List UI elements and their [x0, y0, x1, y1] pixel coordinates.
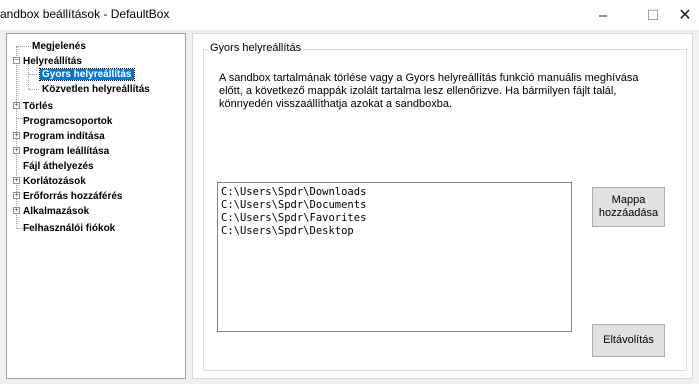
tree-connector: [17, 46, 31, 47]
add-folder-button[interactable]: Mappa hozzáadása: [592, 187, 665, 227]
expand-icon[interactable]: +: [13, 177, 20, 184]
tree-item-label: Programcsoportok: [23, 116, 113, 127]
tree-connector: [29, 74, 39, 75]
tree-item-label: Felhasználói fiókok: [23, 223, 116, 234]
tree-item-label: Helyreállítás: [23, 56, 82, 67]
description-line: előtt, a következő mappák izolált tartal…: [219, 85, 617, 97]
tree-item-label: Megjelenés: [32, 41, 86, 52]
settings-panel: Gyors helyreállítás A sandbox tartalmána…: [192, 33, 693, 379]
dialog-client-area: − + + + + + + Megjelenés Helyreállítás G…: [0, 30, 699, 384]
tree-item-label: Erőforrás hozzáférés: [23, 191, 123, 202]
expand-icon[interactable]: +: [13, 147, 20, 154]
list-item[interactable]: C:\Users\Spdr\Downloads: [221, 186, 568, 199]
folder-list[interactable]: C:\Users\Spdr\Downloads C:\Users\Spdr\Do…: [217, 182, 572, 332]
collapse-icon[interactable]: −: [13, 57, 20, 64]
title-bar: andbox beállítások - DefaultBox – ☐ ✕: [0, 0, 699, 30]
tree-item-label: Alkalmazások: [23, 206, 90, 217]
settings-tree[interactable]: − + + + + + + Megjelenés Helyreállítás G…: [6, 33, 186, 379]
tree-item-label: Törlés: [23, 101, 54, 112]
add-folder-button-label-line1: Mappa: [611, 194, 646, 206]
description-line: A sandbox tartalmának törlése vagy a Gyo…: [219, 72, 639, 84]
tree-item-label: Fájl áthelyezés: [23, 161, 94, 172]
tree-item-label: Program indítása: [23, 131, 105, 142]
close-button[interactable]: ✕: [666, 0, 699, 30]
remove-button[interactable]: Eltávolítás: [592, 324, 665, 357]
tree-item-alkalmazasok[interactable]: Alkalmazások: [23, 205, 89, 218]
tree-item-label: Program leállítása: [23, 146, 110, 157]
expand-icon[interactable]: +: [13, 192, 20, 199]
tree-connector: [29, 89, 39, 90]
tree-item-megjelenes[interactable]: Megjelenés: [32, 40, 86, 53]
tree-item-torles[interactable]: Törlés: [23, 100, 53, 113]
group-title: Gyors helyreállítás: [208, 42, 304, 54]
tree-item-programcsoportok[interactable]: Programcsoportok: [23, 115, 112, 128]
expand-icon[interactable]: +: [13, 207, 20, 214]
window-title: andbox beállítások - DefaultBox: [0, 7, 170, 21]
description-line: könnyedén visszaállíthatja azokat a sand…: [219, 98, 452, 110]
list-item[interactable]: C:\Users\Spdr\Desktop: [221, 225, 568, 238]
tree-item-program-leallitasa[interactable]: Program leállítása: [23, 145, 109, 158]
list-item[interactable]: C:\Users\Spdr\Documents: [221, 199, 568, 212]
tree-item-label: Közvetlen helyreállítás: [42, 84, 150, 95]
expand-icon[interactable]: +: [13, 102, 20, 109]
tree-item-program-inditasa[interactable]: Program indítása: [23, 130, 105, 143]
list-item[interactable]: C:\Users\Spdr\Favorites: [221, 212, 568, 225]
minimize-button[interactable]: –: [584, 0, 622, 30]
expand-icon[interactable]: +: [13, 132, 20, 139]
tree-item-felhasznaloi-fiokok[interactable]: Felhasználói fiókok: [23, 222, 115, 235]
tree-item-kozvetlen-helyreallitas[interactable]: Közvetlen helyreállítás: [42, 83, 150, 96]
tree-item-label: Korlátozások: [23, 176, 86, 187]
tree-item-gyors-helyreallitas[interactable]: Gyors helyreállítás: [39, 68, 135, 81]
tree-item-eroforras-hozzaferes[interactable]: Erőforrás hozzáférés: [23, 190, 122, 203]
description-text: A sandbox tartalmának törlése vagy a Gyo…: [219, 72, 679, 111]
tree-item-label: Gyors helyreállítás: [39, 68, 135, 81]
tree-item-helyreallitas[interactable]: Helyreállítás: [23, 55, 82, 68]
tree-item-korlatozasok[interactable]: Korlátozások: [23, 175, 86, 188]
tree-item-fajl-athelyezes[interactable]: Fájl áthelyezés: [23, 160, 94, 173]
add-folder-button-label-line2: hozzáadása: [598, 207, 659, 219]
